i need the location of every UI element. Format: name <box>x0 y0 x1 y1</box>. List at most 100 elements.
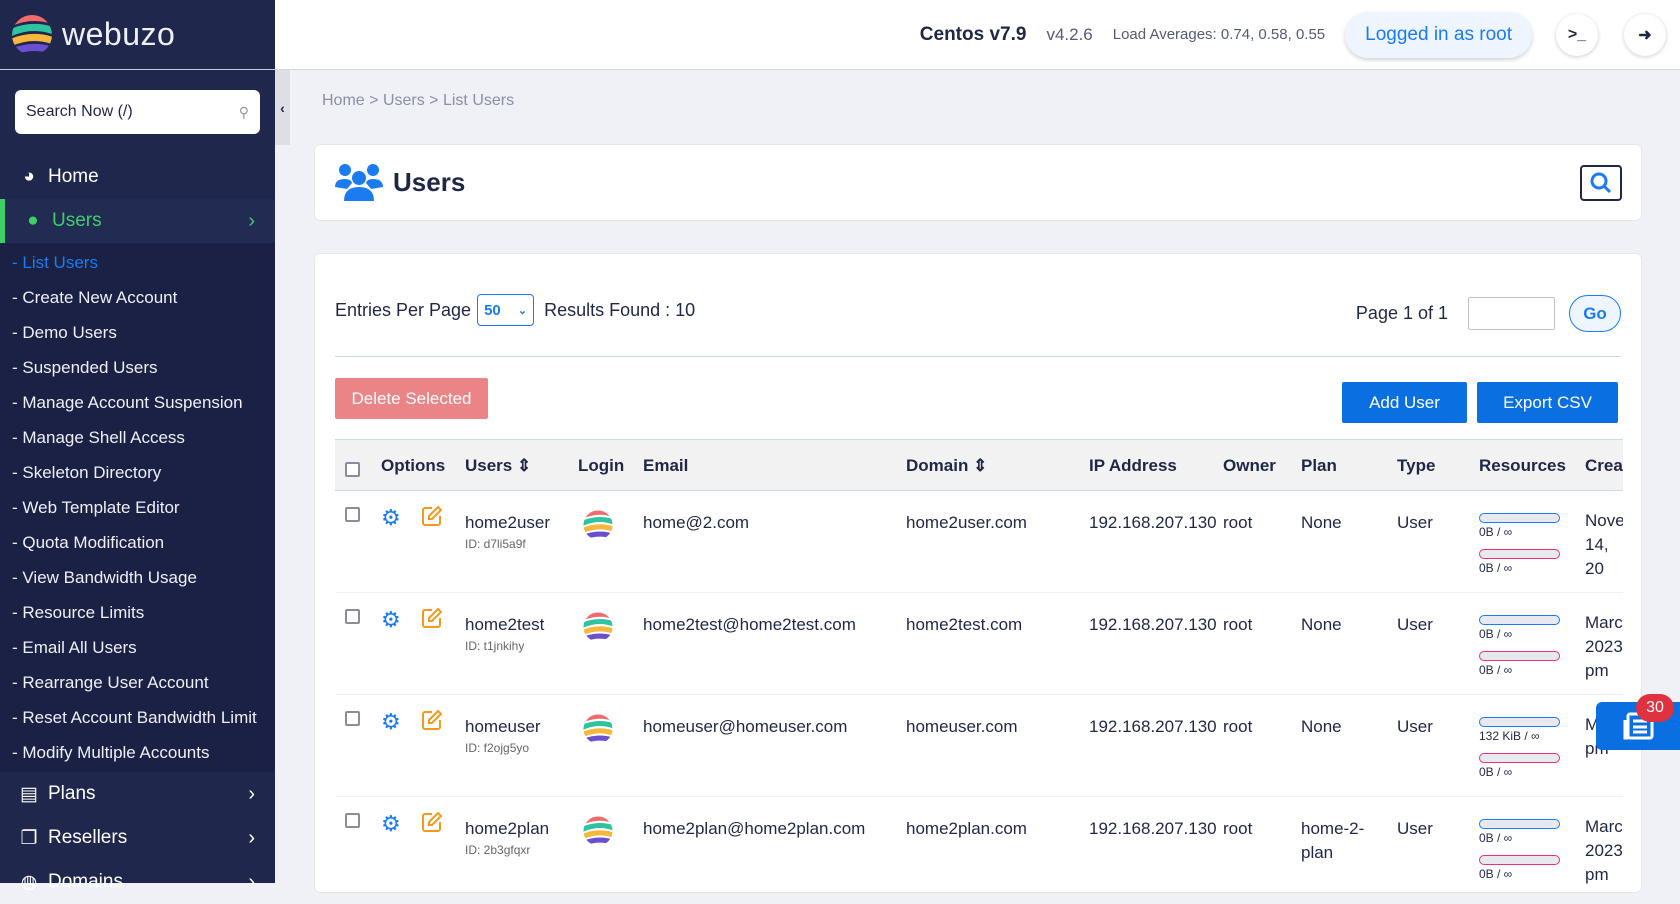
bandwidth-usage-text: 0B / ∞ <box>1479 867 1513 881</box>
sidebar: webuzo Search Now (/) ⚲ ◕ Home ● Users › - … <box>0 0 275 893</box>
webuzo-login-icon <box>583 510 613 540</box>
submenu-modify-multiple-accounts[interactable]: - Modify Multiple Accounts <box>0 735 275 770</box>
created-cell: Marc 2023 pm <box>1585 817 1623 884</box>
row-checkbox[interactable] <box>345 813 360 828</box>
divider <box>335 356 1621 357</box>
entries-value: 50 <box>484 301 501 319</box>
page-number-input[interactable] <box>1468 297 1555 330</box>
gear-icon[interactable]: ⚙ <box>381 811 401 837</box>
add-user-button[interactable]: Add User <box>1342 382 1467 423</box>
ip-cell: 192.168.207.130 <box>1089 819 1217 838</box>
plan-cell: None <box>1301 717 1342 736</box>
username[interactable]: home2test <box>465 615 544 635</box>
brand-name: webuzo <box>62 16 176 52</box>
submenu-suspended-users[interactable]: - Suspended Users <box>0 350 275 385</box>
sort-icon: ⇕ <box>517 456 532 475</box>
submenu-create-new-account[interactable]: - Create New Account <box>0 280 275 315</box>
sidebar-item-users[interactable]: ● Users › <box>0 199 275 243</box>
row-checkbox[interactable] <box>345 609 360 624</box>
terminal-icon: >_ <box>1567 25 1587 43</box>
toggle-search-button[interactable] <box>1580 165 1622 201</box>
breadcrumb-separator: > <box>429 92 439 109</box>
row-checkbox[interactable] <box>345 507 360 522</box>
sidebar-item-label: Plans <box>48 783 96 804</box>
load-averages: Load Averages: 0.74, 0.58, 0.55 <box>1112 26 1326 43</box>
login-button[interactable] <box>582 509 614 546</box>
sidebar-nav: ◕ Home ● Users › - List Users - Create New … <box>0 155 275 904</box>
submenu-quota-modification[interactable]: - Quota Modification <box>0 525 275 560</box>
submenu-web-template-editor[interactable]: - Web Template Editor <box>0 490 275 525</box>
submenu-manage-account-suspension[interactable]: - Manage Account Suspension <box>0 385 275 420</box>
submenu-resource-limits[interactable]: - Resource Limits <box>0 595 275 630</box>
sidebar-item-plans[interactable]: ▤ Plans › <box>0 772 275 816</box>
breadcrumb-users[interactable]: Users <box>383 92 425 109</box>
delete-selected-button[interactable]: Delete Selected <box>335 378 488 419</box>
gear-icon[interactable]: ⚙ <box>381 505 401 531</box>
disk-usage-bar <box>1479 513 1560 523</box>
gear-icon[interactable]: ⚙ <box>381 709 401 735</box>
select-all-checkbox[interactable] <box>345 462 360 477</box>
submenu-email-all-users[interactable]: - Email All Users <box>0 630 275 665</box>
submenu-skeleton-directory[interactable]: - Skeleton Directory <box>0 455 275 490</box>
edit-icon[interactable] <box>421 811 443 838</box>
os-version: Centos v7.9 <box>919 23 1027 45</box>
disk-usage-text: 0B / ∞ <box>1479 525 1513 539</box>
breadcrumb-home[interactable]: Home <box>322 92 365 109</box>
sidebar-item-label: Home <box>48 166 99 187</box>
webuzo-version: v4.2.6 <box>1046 24 1093 44</box>
sidebar-collapse-toggle[interactable]: ‹ <box>275 70 290 145</box>
logout-button[interactable]: ➜ <box>1624 13 1666 56</box>
export-csv-button[interactable]: Export CSV <box>1477 382 1618 423</box>
header-plan: Plan <box>1301 456 1337 475</box>
user-cell: homeuser ID: f2ojg5yo <box>465 717 541 755</box>
edit-icon[interactable] <box>421 607 443 634</box>
header-type: Type <box>1397 456 1436 475</box>
sidebar-item-domains[interactable]: ◍ Domains › <box>0 860 275 904</box>
row-checkbox[interactable] <box>345 711 360 726</box>
chevron-right-icon: › <box>248 870 255 893</box>
header-domain[interactable]: Domain ⇕ <box>906 456 987 476</box>
plan-cell: None <box>1301 513 1342 532</box>
submenu-reset-account-bandwidth-limit[interactable]: - Reset Account Bandwidth Limit <box>0 700 275 735</box>
terminal-button[interactable]: >_ <box>1556 13 1598 56</box>
gear-icon[interactable]: ⚙ <box>381 607 401 633</box>
user-id: ID: 2b3gfqxr <box>465 843 531 857</box>
sidebar-item-resellers[interactable]: ❐ Resellers › <box>0 816 275 860</box>
username[interactable]: home2plan <box>465 819 549 839</box>
resources-cell: 0B / ∞ 0B / ∞ <box>1479 819 1560 881</box>
chevron-right-icon: › <box>248 782 255 805</box>
entries-per-page-select[interactable]: 50 ⌄ <box>477 294 535 326</box>
disk-usage-bar <box>1479 717 1560 727</box>
edit-icon[interactable] <box>421 709 443 736</box>
page-title: Users <box>393 167 466 197</box>
submenu-manage-shell-access[interactable]: - Manage Shell Access <box>0 420 275 455</box>
chevron-right-icon: › <box>248 826 255 849</box>
owner-cell: root <box>1223 717 1253 736</box>
created-cell: Nove 14, 20 2:27 | <box>1585 511 1623 585</box>
header-created: Crea <box>1585 456 1623 475</box>
email-cell: home2plan@home2plan.com <box>643 819 866 838</box>
login-button[interactable] <box>582 611 614 648</box>
sidebar-item-home[interactable]: ◕ Home <box>0 155 275 199</box>
submenu-list-users[interactable]: - List Users <box>0 245 275 280</box>
logged-in-button[interactable]: Logged in as root <box>1345 11 1532 58</box>
submenu-view-bandwidth-usage[interactable]: - View Bandwidth Usage <box>0 560 275 595</box>
domain-cell: homeuser.com <box>906 717 1018 736</box>
sidebar-item-label: Resellers <box>48 827 128 848</box>
header-users[interactable]: Users ⇕ <box>465 456 531 476</box>
username[interactable]: homeuser <box>465 717 541 737</box>
username[interactable]: home2user <box>465 513 550 533</box>
edit-icon[interactable] <box>421 505 443 532</box>
ip-cell: 192.168.207.130 <box>1089 717 1217 736</box>
sidebar-search-input[interactable]: Search Now (/) ⚲ <box>15 90 260 134</box>
login-button[interactable] <box>582 815 614 852</box>
login-button[interactable] <box>582 713 614 750</box>
submenu-demo-users[interactable]: - Demo Users <box>0 315 275 350</box>
submenu-rearrange-user-account[interactable]: - Rearrange User Account <box>0 665 275 700</box>
bandwidth-usage-text: 0B / ∞ <box>1479 765 1513 779</box>
table-row: ⚙ home2user ID: d7li5a9f home@2.com home2… <box>335 491 1623 593</box>
chevron-left-icon: ‹ <box>280 99 285 116</box>
logo[interactable]: webuzo <box>0 0 275 70</box>
pagination: Page 1 of 1 Go <box>1356 295 1621 332</box>
go-button[interactable]: Go <box>1569 295 1621 332</box>
